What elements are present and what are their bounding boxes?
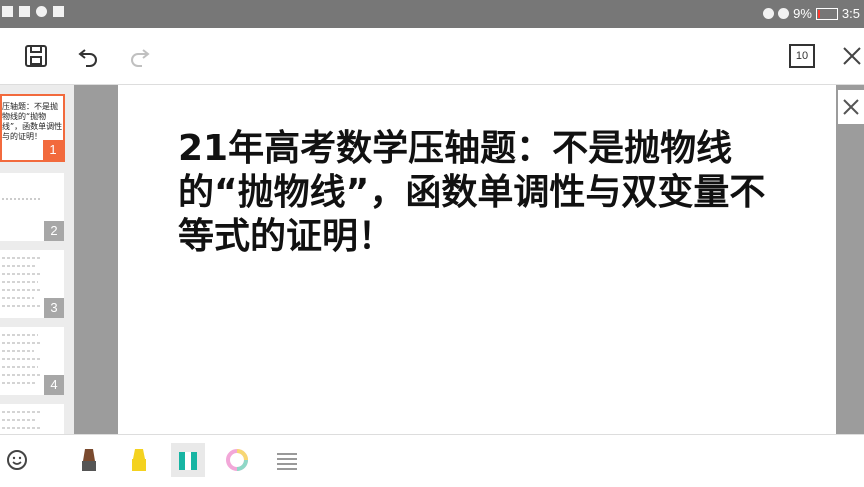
close-icon xyxy=(843,47,861,65)
eye-icon xyxy=(763,8,775,19)
redo-icon xyxy=(131,49,150,67)
app-icon xyxy=(53,6,64,17)
page-count-label: 10 xyxy=(789,44,815,68)
battery-icon xyxy=(815,7,838,20)
wifi-icon xyxy=(36,6,47,17)
pen-icon xyxy=(82,449,96,471)
thumbnail-content xyxy=(2,334,42,384)
slide-thumbnail-panel[interactable]: 压轴题：不是抛物线的“抛物线”，函数单调性与的证明！ 1 2 3 4 xyxy=(0,85,74,434)
slide-number: 2 xyxy=(44,221,64,241)
sticker-button[interactable] xyxy=(0,443,34,477)
slide-canvas[interactable]: 21年高考数学压轴题：不是抛物线的“抛物线”，函数单调性与双变量不等式的证明！ xyxy=(74,85,864,434)
slide-title[interactable]: 21年高考数学压轴题：不是抛物线的“抛物线”，函数单调性与双变量不等式的证明！ xyxy=(178,127,778,259)
redo-button[interactable] xyxy=(124,40,156,72)
slide-thumbnail-1[interactable]: 压轴题：不是抛物线的“抛物线”，函数单调性与的证明！ 1 xyxy=(0,94,65,162)
current-slide[interactable]: 21年高考数学压轴题：不是抛物线的“抛物线”，函数单调性与双变量不等式的证明！ xyxy=(118,85,836,434)
highlighter-tool-button[interactable] xyxy=(122,443,156,477)
top-toolbar: 10 xyxy=(0,28,864,85)
drawing-toolbar xyxy=(0,434,864,487)
marker-tool-button[interactable] xyxy=(171,443,205,477)
slide-number: 4 xyxy=(44,375,64,395)
clock: 3:5 xyxy=(841,6,860,21)
thumbnail-content xyxy=(2,411,42,429)
status-right-icons: 9% 3:5 xyxy=(763,6,860,21)
line-weight-icon xyxy=(277,453,297,470)
line-width-button[interactable] xyxy=(270,443,304,477)
thumbnail-preview-text: 压轴题：不是抛物线的“抛物线”，函数单调性与的证明！ xyxy=(2,102,63,141)
close-panel-button[interactable] xyxy=(838,90,864,124)
color-picker-button[interactable] xyxy=(220,443,254,477)
marker-icon xyxy=(179,452,197,470)
highlighter-icon xyxy=(132,449,146,471)
save-icon xyxy=(25,45,47,67)
slide-thumbnail-3[interactable]: 3 xyxy=(0,250,64,318)
signal-icon xyxy=(19,6,30,17)
status-left-icons xyxy=(2,6,64,17)
slide-number: 3 xyxy=(44,298,64,318)
notification-icon xyxy=(2,6,13,17)
color-wheel-icon xyxy=(226,449,248,471)
slide-thumbnail-4[interactable]: 4 xyxy=(0,327,64,395)
close-icon xyxy=(843,99,859,115)
pen-tool-button[interactable] xyxy=(72,443,106,477)
slide-thumbnail-5[interactable] xyxy=(0,404,64,434)
slide-thumbnail-2[interactable]: 2 xyxy=(0,173,64,241)
undo-icon xyxy=(78,49,97,67)
save-button[interactable] xyxy=(20,40,52,72)
thumbnail-content xyxy=(2,198,42,200)
page-count-button[interactable]: 10 xyxy=(786,40,818,72)
undo-button[interactable] xyxy=(72,40,104,72)
battery-percent: 9% xyxy=(793,6,812,21)
smiley-icon xyxy=(7,450,27,470)
slide-number: 1 xyxy=(43,140,63,160)
status-bar: 9% 3:5 xyxy=(0,0,864,28)
thumbnail-content xyxy=(2,257,42,307)
alarm-icon xyxy=(778,8,790,19)
close-button[interactable] xyxy=(836,40,864,72)
